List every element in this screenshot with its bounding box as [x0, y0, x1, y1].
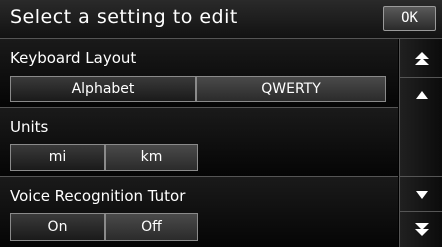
settings-screen: Select a setting to edit OK Keyboard Lay… — [0, 0, 442, 247]
divider — [400, 211, 442, 212]
setting-label-keyboard-layout: Keyboard Layout — [10, 49, 137, 67]
scroll-down-icon — [415, 191, 428, 199]
page-title: Select a setting to edit — [10, 6, 238, 28]
option-km-button[interactable]: km — [105, 144, 198, 171]
ok-button[interactable]: OK — [383, 6, 436, 31]
setting-label-units: Units — [10, 118, 49, 136]
scroll-to-bottom-button[interactable] — [400, 213, 442, 245]
scroll-column — [399, 39, 442, 247]
scroll-up-icon — [415, 91, 428, 99]
divider — [400, 176, 442, 177]
setting-voice-recognition-tutor: Voice Recognition Tutor On Off — [0, 177, 398, 247]
divider — [400, 77, 442, 78]
option-mi-button[interactable]: mi — [10, 144, 105, 171]
scroll-to-bottom-icon — [414, 223, 429, 236]
header-bar: Select a setting to edit OK — [0, 0, 442, 39]
option-off-button[interactable]: Off — [105, 213, 198, 241]
option-qwerty-button[interactable]: QWERTY — [196, 76, 386, 102]
option-alphabet-button[interactable]: Alphabet — [10, 76, 196, 102]
setting-label-voice-recognition-tutor: Voice Recognition Tutor — [10, 187, 186, 205]
scroll-down-button[interactable] — [400, 179, 442, 211]
option-on-button[interactable]: On — [10, 213, 105, 241]
scroll-to-top-button[interactable] — [400, 43, 442, 75]
scroll-to-top-icon — [414, 52, 429, 65]
setting-keyboard-layout: Keyboard Layout Alphabet QWERTY — [0, 39, 398, 107]
setting-units: Units mi km — [0, 108, 398, 176]
scroll-up-button[interactable] — [400, 79, 442, 111]
settings-list: Keyboard Layout Alphabet QWERTY Units mi… — [0, 39, 398, 247]
